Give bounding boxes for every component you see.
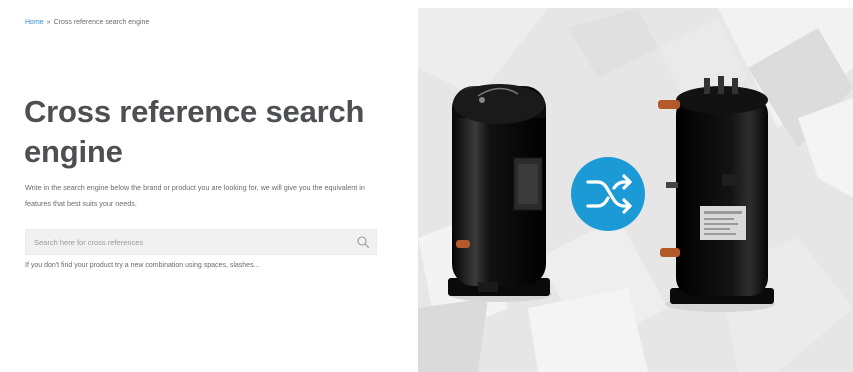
search-box [25, 229, 377, 255]
hero-image [418, 8, 853, 372]
swap-badge [571, 157, 645, 231]
content-panel: Home» Cross reference search engine Cross… [0, 0, 418, 372]
page-description: Write in the search engine below the bra… [25, 183, 365, 208]
breadcrumb-separator: » [46, 19, 51, 26]
breadcrumb: Home» Cross reference search engine [25, 19, 149, 26]
breadcrumb-home-link[interactable]: Home [25, 19, 44, 26]
breadcrumb-current: Cross reference search engine [53, 19, 150, 26]
hero-illustration [418, 8, 853, 372]
page-title: Cross reference search engine [24, 94, 365, 169]
search-button[interactable] [356, 235, 370, 249]
search-input[interactable] [26, 230, 346, 254]
search-hint: If you don't find your product try a new… [25, 262, 260, 269]
compressor-right [658, 76, 775, 312]
compressor-left [448, 84, 552, 302]
search-icon [357, 236, 370, 249]
